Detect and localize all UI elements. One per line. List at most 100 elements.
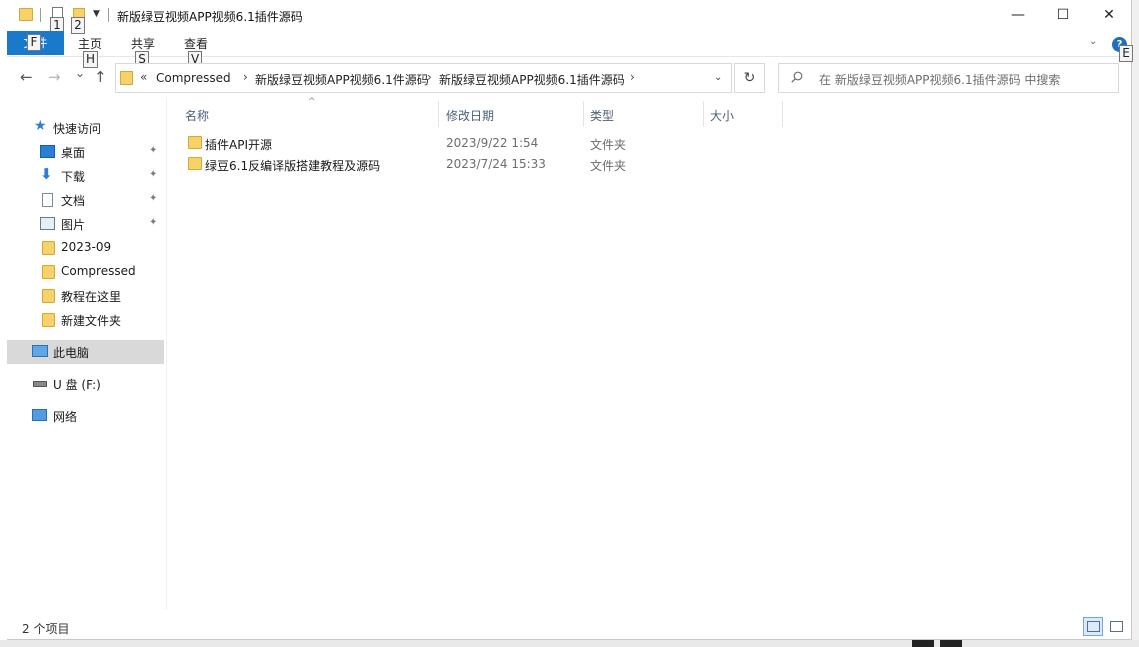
folder-icon	[188, 157, 202, 170]
title-divider	[108, 8, 109, 22]
tab-home[interactable]: 主页	[78, 35, 102, 52]
sidebar-item-label: 快速访问	[53, 122, 102, 136]
pane-divider[interactable]	[166, 97, 167, 610]
search-icon	[791, 71, 803, 83]
close-button[interactable]: ✕	[1086, 0, 1132, 31]
title-bar: 1 2 ▼ 新版绿豆视频APP视频6.1插件源码 — ☐ ✕	[7, 0, 1132, 34]
sidebar-item-quick-access[interactable]: ★ 快速访问	[7, 116, 164, 140]
up-button[interactable]: ↑	[94, 68, 107, 86]
breadcrumb-separator-icon[interactable]: ›	[243, 70, 248, 84]
quick-access-divider	[40, 8, 41, 22]
sidebar-item-network[interactable]: 网络	[7, 404, 164, 428]
taskbar-thumb	[912, 640, 934, 647]
file-date: 2023/9/22 1:54	[446, 136, 539, 150]
overflow-chevron-icon[interactable]: «	[140, 70, 147, 84]
maximize-button[interactable]: ☐	[1040, 0, 1086, 31]
chevron-down-icon[interactable]: ⌄	[1089, 36, 1097, 47]
sidebar-item-label: Compressed	[61, 264, 136, 278]
sidebar-item-documents[interactable]: 文档 ✦	[7, 188, 164, 212]
pin-icon: ✦	[149, 193, 158, 204]
desktop-icon	[40, 145, 55, 158]
address-dropdown-icon[interactable]: ⌄	[714, 72, 722, 83]
navigation-pane: ★ 快速访问 桌面 ✦ ⬇ 下载 ✦ 文档 ✦ 图片 ✦ 2023-09 Com…	[7, 97, 167, 610]
sidebar-item-label: 2023-09	[61, 240, 112, 254]
file-type: 文件夹	[590, 159, 627, 173]
search-input[interactable]: 在 新版绿豆视频APP视频6.1插件源码 中搜索	[778, 63, 1119, 93]
refresh-button[interactable]: ↻	[734, 63, 765, 93]
tab-view[interactable]: 查看	[184, 35, 208, 52]
folder-icon	[188, 136, 202, 149]
breadcrumb-current[interactable]: 新版绿豆视频APP视频6.1插件源码	[439, 71, 625, 88]
sidebar-item-label: 图片	[61, 218, 86, 232]
forward-button[interactable]: →	[48, 68, 61, 86]
file-date: 2023/7/24 15:33	[446, 157, 546, 171]
breadcrumb-compressed[interactable]: Compressed	[156, 71, 231, 85]
column-divider[interactable]	[703, 101, 704, 127]
address-folder-icon	[120, 71, 133, 85]
large-icons-view-icon	[1110, 621, 1123, 632]
breadcrumb-parent[interactable]: 新版绿豆视频APP视频6.1件源码	[255, 71, 429, 88]
recent-locations-button[interactable]: ⌄	[75, 66, 85, 80]
minimize-button[interactable]: —	[995, 0, 1041, 31]
folder-icon	[42, 265, 55, 279]
breadcrumb-separator-icon[interactable]: ›	[427, 70, 432, 84]
pin-icon: ✦	[149, 169, 158, 180]
folder-icon	[42, 313, 55, 327]
address-bar[interactable]: « Compressed › 新版绿豆视频APP视频6.1件源码 › 新版绿豆视…	[115, 63, 732, 93]
sidebar-item-this-pc[interactable]: 此电脑	[7, 340, 164, 364]
computer-icon	[32, 345, 48, 357]
column-header-name[interactable]: 名称	[185, 107, 209, 124]
status-bar: 2 个项目	[7, 612, 1132, 640]
sidebar-item-2023-09[interactable]: 2023-09	[7, 236, 164, 260]
sidebar-item-pictures[interactable]: 图片 ✦	[7, 212, 164, 236]
explorer-window: 1 2 ▼ 新版绿豆视频APP视频6.1插件源码 — ☐ ✕ 文件 F 主页 H…	[7, 0, 1133, 640]
search-placeholder: 在 新版绿豆视频APP视频6.1插件源码 中搜索	[819, 73, 1061, 87]
pin-icon: ✦	[149, 145, 158, 156]
sidebar-item-label: 文档	[61, 194, 86, 208]
file-row[interactable]: 绿豆6.1反编译版搭建教程及源码 2023/7/24 15:33 文件夹	[183, 154, 783, 175]
column-header-date[interactable]: 修改日期	[446, 107, 494, 124]
sidebar-item-desktop[interactable]: 桌面 ✦	[7, 140, 164, 164]
sidebar-item-new-folder[interactable]: 新建文件夹	[7, 308, 164, 332]
network-icon	[32, 409, 47, 421]
folder-icon	[42, 289, 55, 303]
sort-ascending-icon: ^	[308, 97, 316, 107]
file-row[interactable]: 插件API开源 2023/9/22 1:54 文件夹	[183, 133, 783, 154]
pictures-icon	[40, 217, 55, 230]
back-button[interactable]: ←	[20, 68, 33, 86]
customize-quick-access-icon[interactable]: ▼	[93, 9, 100, 19]
window-folder-icon	[19, 8, 33, 21]
column-divider[interactable]	[583, 101, 584, 127]
column-headers: ^ 名称 修改日期 类型 大小	[167, 97, 1132, 127]
breadcrumb-separator-icon[interactable]: ›	[630, 70, 635, 84]
column-header-size[interactable]: 大小	[710, 107, 734, 124]
sidebar-item-label: 网络	[53, 410, 78, 424]
column-divider[interactable]	[438, 101, 439, 127]
keytip-f: F	[27, 34, 41, 51]
tab-share[interactable]: 共享	[131, 35, 155, 52]
navigation-bar: ← → ⌄ ↑ « Compressed › 新版绿豆视频APP视频6.1件源码…	[7, 57, 1132, 97]
document-icon	[42, 193, 53, 207]
star-icon: ★	[34, 118, 47, 134]
sidebar-item-compressed[interactable]: Compressed	[7, 260, 164, 284]
sidebar-item-label: 教程在这里	[61, 290, 122, 304]
sidebar-item-tutorial[interactable]: 教程在这里	[7, 284, 164, 308]
download-icon: ⬇	[40, 165, 53, 183]
details-view-icon	[1087, 621, 1100, 632]
sidebar-item-usb-drive[interactable]: U 盘 (F:)	[7, 372, 164, 396]
large-icons-view-button[interactable]	[1106, 617, 1126, 636]
sidebar-item-label: 新建文件夹	[61, 314, 122, 328]
folder-icon	[42, 241, 55, 255]
ribbon-tabs: 文件 F 主页 H 共享 S 查看 V ⌄ ? E	[7, 31, 1133, 68]
file-name: 绿豆6.1反编译版搭建教程及源码	[205, 159, 381, 173]
sidebar-item-label: 下载	[61, 170, 86, 184]
sidebar-item-label: 此电脑	[53, 346, 90, 360]
item-count: 2 个项目	[22, 622, 70, 636]
sidebar-item-downloads[interactable]: ⬇ 下载 ✦	[7, 164, 164, 188]
file-type: 文件夹	[590, 138, 627, 152]
sidebar-item-label: U 盘 (F:)	[53, 378, 101, 392]
column-header-type[interactable]: 类型	[590, 107, 614, 124]
column-divider[interactable]	[782, 101, 783, 127]
background-window-edge	[1132, 0, 1139, 647]
details-view-button[interactable]	[1083, 617, 1103, 636]
